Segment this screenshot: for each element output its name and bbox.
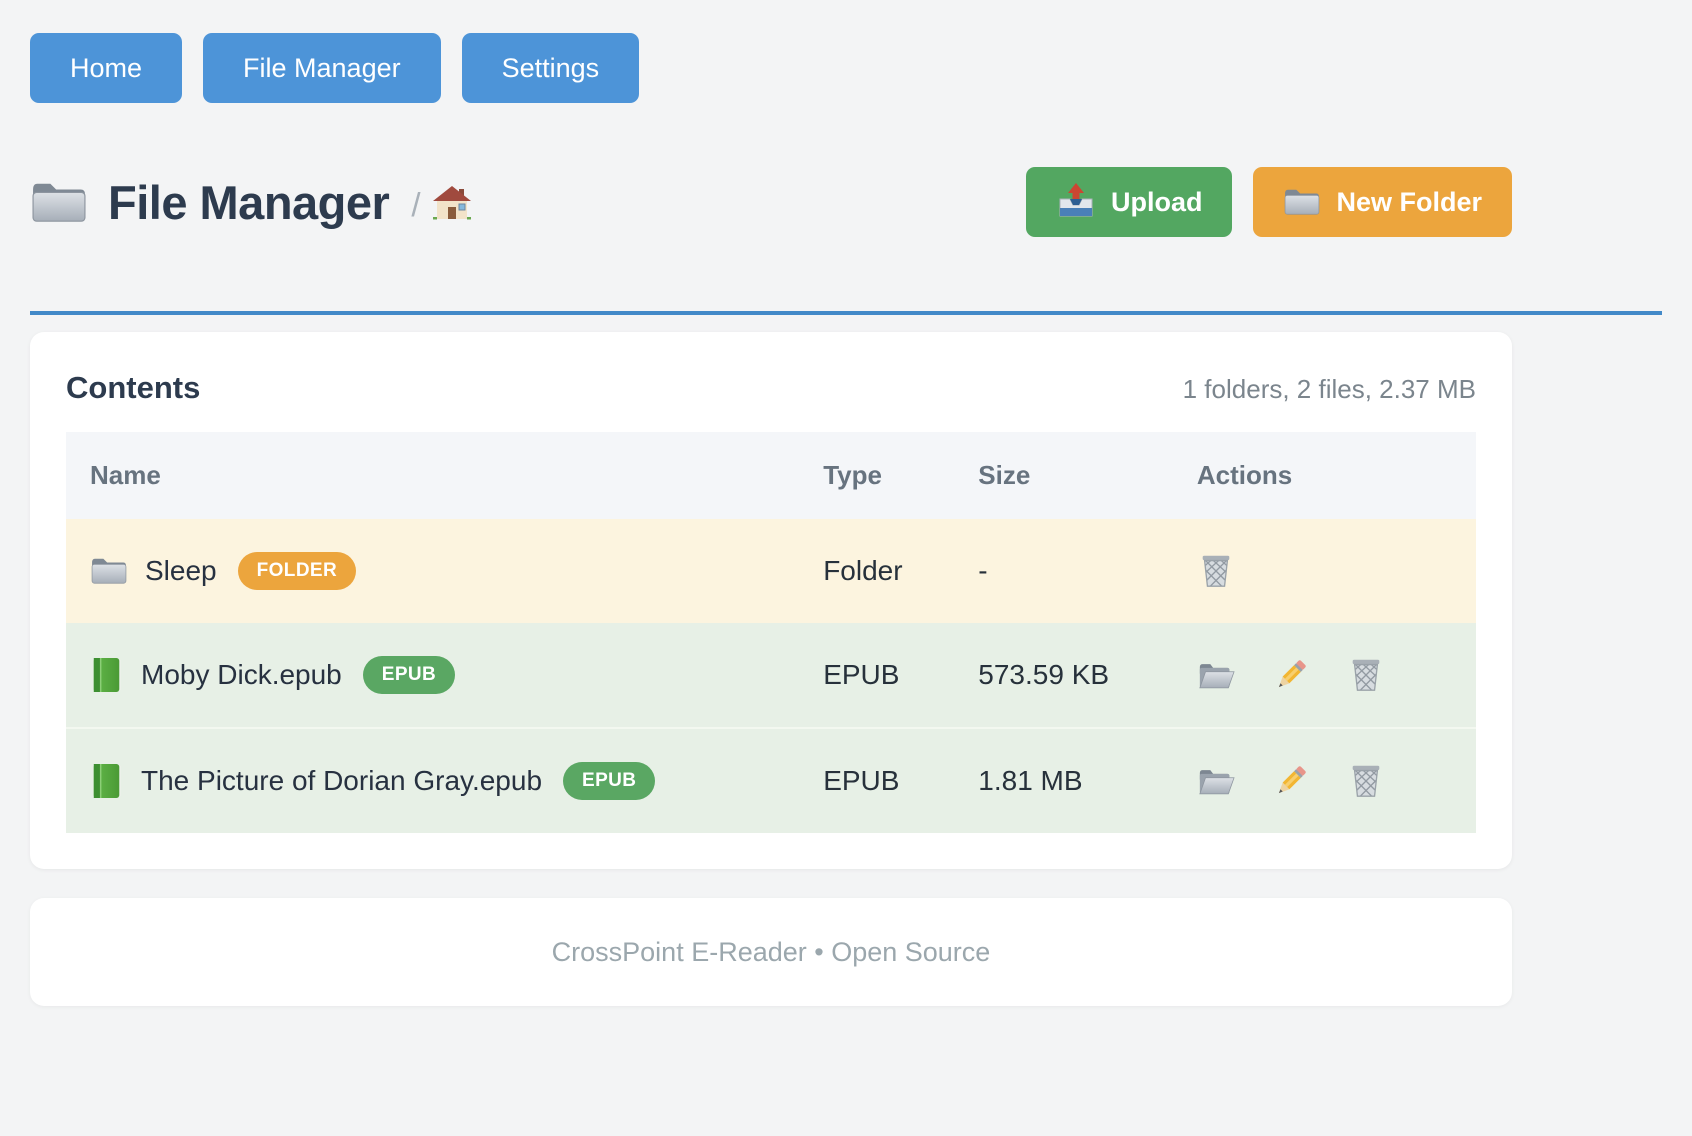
outbox-tray-icon [1056,182,1096,222]
page-title: File Manager [108,175,389,230]
column-header-size: Size [954,432,1173,519]
contents-card: Contents 1 folders, 2 files, 2.37 MB Nam… [30,332,1512,869]
green-book-icon [90,656,124,694]
wastebasket-icon [1347,656,1385,694]
upload-button-label: Upload [1111,187,1203,218]
house-icon [432,185,472,225]
epub-badge: EPUB [563,762,655,800]
column-header-name: Name [66,432,799,519]
wastebasket-icon [1197,552,1235,590]
contents-card-header: Contents 1 folders, 2 files, 2.37 MB [66,370,1476,406]
size-cell: - [954,519,1173,623]
delete-button[interactable] [1347,762,1385,800]
breadcrumb-separator: / [411,186,420,224]
header-actions: Upload New Folder [1026,167,1512,237]
folder-icon [30,178,88,227]
rename-button[interactable] [1272,762,1310,800]
pencil-icon [1272,656,1310,694]
folder-badge: FOLDER [238,552,357,590]
header-divider [30,311,1662,315]
delete-button[interactable] [1347,656,1385,694]
nav-file-manager-button[interactable]: File Manager [203,33,441,103]
table-row-folder: Sleep FOLDER Folder - [66,519,1476,623]
rename-button[interactable] [1272,656,1310,694]
type-cell: EPUB [799,623,954,728]
table-row-file: Moby Dick.epub EPUB EPUB 573.59 KB [66,623,1476,728]
footer-card: CrossPoint E-Reader • Open Source [30,898,1512,1006]
new-folder-button-label: New Folder [1336,187,1482,218]
folder-name[interactable]: Sleep [145,555,217,587]
pencil-icon [1272,762,1310,800]
top-nav: Home File Manager Settings [30,0,1662,103]
open-folder-icon [1197,765,1235,798]
folder-icon [1283,186,1321,218]
column-header-type: Type [799,432,954,519]
nav-home-button[interactable]: Home [30,33,182,103]
type-cell: Folder [799,519,954,623]
footer-text: CrossPoint E-Reader • Open Source [552,937,991,968]
delete-button[interactable] [1197,552,1235,590]
move-button[interactable] [1197,659,1235,692]
size-cell: 573.59 KB [954,623,1173,728]
page-header: File Manager / Upload New Folder [30,167,1512,237]
file-table-header: Name Type Size Actions [66,432,1476,519]
size-cell: 1.81 MB [954,728,1173,833]
file-manager-page: Home File Manager Settings File Manager … [0,0,1692,1006]
green-book-icon [90,762,124,800]
nav-settings-button[interactable]: Settings [462,33,640,103]
file-name: The Picture of Dorian Gray.epub [141,765,542,797]
column-header-actions: Actions [1173,432,1476,519]
move-button[interactable] [1197,765,1235,798]
open-folder-icon [1197,659,1235,692]
upload-button[interactable]: Upload [1026,167,1233,237]
title-area: File Manager / [30,175,472,230]
folder-icon [90,555,128,587]
breadcrumb-home-link[interactable] [432,185,472,225]
new-folder-button[interactable]: New Folder [1253,167,1512,237]
type-cell: EPUB [799,728,954,833]
file-table: Name Type Size Actions Sleep FOLDER [66,432,1476,833]
epub-badge: EPUB [363,656,455,694]
table-row-file: The Picture of Dorian Gray.epub EPUB EPU… [66,728,1476,833]
file-name: Moby Dick.epub [141,659,342,691]
wastebasket-icon [1347,762,1385,800]
contents-summary: 1 folders, 2 files, 2.37 MB [1183,374,1476,405]
contents-heading: Contents [66,370,200,406]
